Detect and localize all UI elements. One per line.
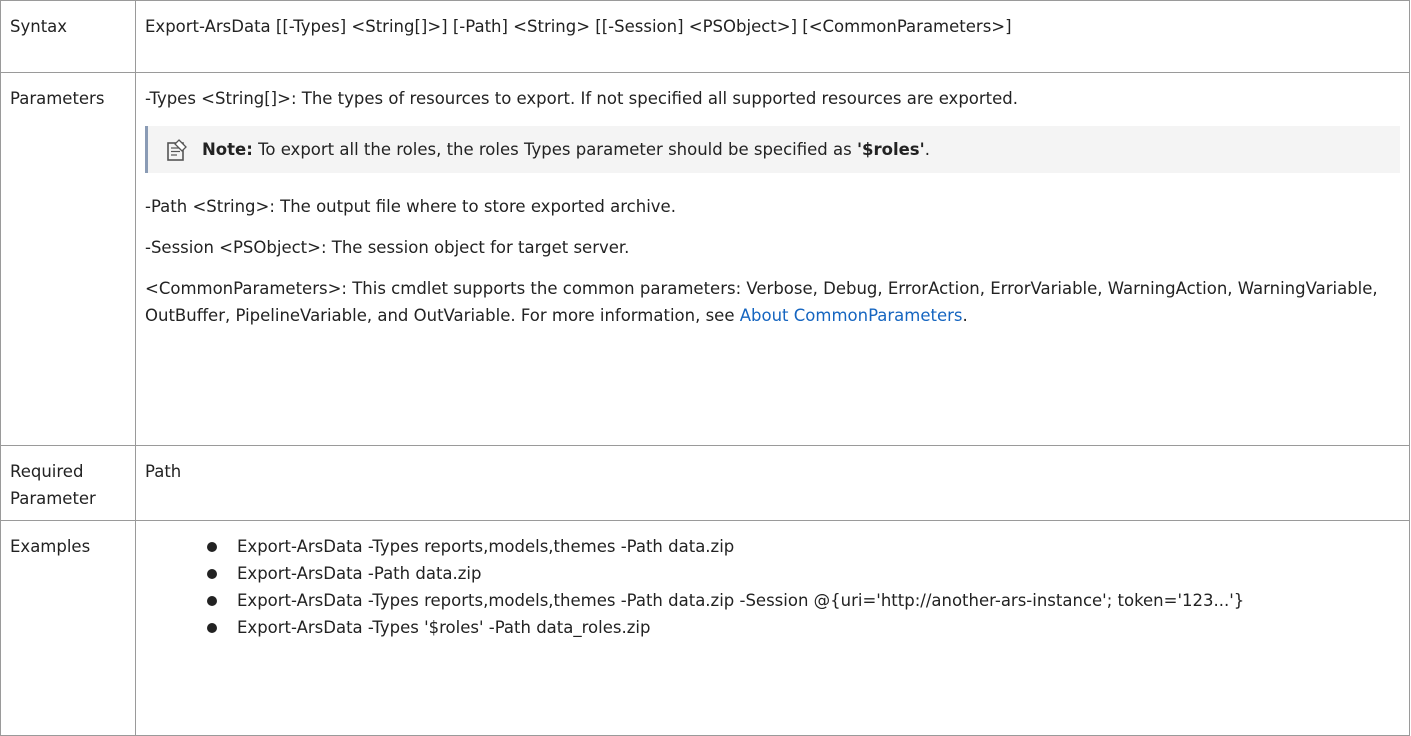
required-label: Required Parameter [0,445,136,521]
parameters-row: Parameters -Types <String[]>: The types … [0,72,1410,446]
examples-list: Export-ArsData -Types reports,models,the… [145,533,1400,641]
example-item: Export-ArsData -Types reports,models,the… [207,533,1400,560]
bullet-icon [207,596,217,606]
examples-cell: Export-ArsData -Types reports,models,the… [135,520,1410,736]
cmdlet-reference-table: Syntax Export-ArsData [[-Types] <String[… [0,0,1410,736]
example-item: Export-ArsData -Types '$roles' -Path dat… [207,614,1400,641]
common-param-end: . [962,306,968,325]
note-text: To export all the roles, the roles Types… [252,140,857,159]
required-value: Path [135,445,1410,521]
bullet-icon [207,569,217,579]
note-label: Note: [202,140,253,159]
note-value: '$roles' [856,140,925,159]
about-common-parameters-link[interactable]: About CommonParameters [740,306,963,325]
syntax-row: Syntax Export-ArsData [[-Types] <String[… [0,0,1410,73]
note-box: Note: To export all the roles, the roles… [145,126,1400,173]
bullet-icon [207,623,217,633]
required-row: Required Parameter Path [0,445,1410,521]
parameters-label: Parameters [0,72,136,446]
example-item: Export-ArsData -Types reports,models,the… [207,587,1400,614]
common-param-desc: <CommonParameters>: This cmdlet supports… [145,275,1400,329]
types-param-desc: -Types <String[]>: The types of resource… [145,89,1019,108]
example-text: Export-ArsData -Types reports,models,the… [237,537,735,556]
example-item: Export-ArsData -Path data.zip [207,560,1400,587]
note-icon [167,139,187,161]
example-text: Export-ArsData -Path data.zip [237,564,482,583]
bullet-icon [207,542,217,552]
syntax-text: Export-ArsData [[-Types] <String[]>] [-P… [135,0,1410,73]
session-param-desc: -Session <PSObject>: The session object … [145,238,630,257]
parameters-cell: -Types <String[]>: The types of resource… [135,72,1410,446]
syntax-label: Syntax [0,0,136,73]
example-text: Export-ArsData -Types '$roles' -Path dat… [237,618,651,637]
examples-row: Examples Export-ArsData -Types reports,m… [0,520,1410,736]
example-text: Export-ArsData -Types reports,models,the… [237,591,1245,610]
path-param-desc: -Path <String>: The output file where to… [145,197,676,216]
note-end: . [924,140,930,159]
examples-label: Examples [0,520,136,736]
